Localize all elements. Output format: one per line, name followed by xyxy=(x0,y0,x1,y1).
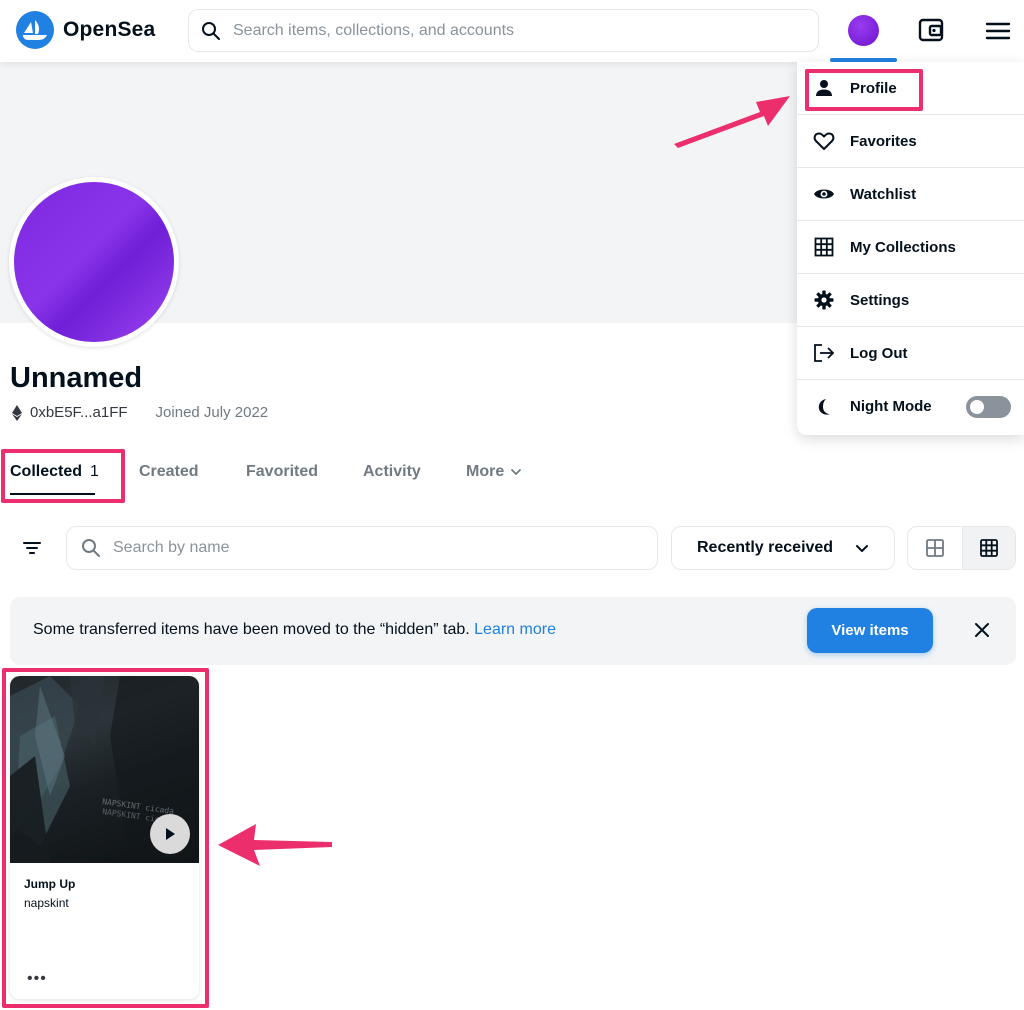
tab-activity[interactable]: Activity xyxy=(363,463,421,481)
menu-item-label: Favorites xyxy=(850,132,917,150)
tab-more[interactable]: More xyxy=(466,463,523,481)
tab-collected-label: Collected xyxy=(10,463,83,480)
brand-name[interactable]: OpenSea xyxy=(63,18,155,42)
account-avatar-button[interactable] xyxy=(848,15,879,46)
active-tab-underline xyxy=(10,493,95,495)
small-grid-view-button[interactable] xyxy=(961,527,1015,569)
menu-item-profile[interactable]: Profile xyxy=(797,62,1024,115)
chevron-down-icon xyxy=(856,545,868,552)
tab-collected-count: 1 xyxy=(90,463,99,480)
global-search-placeholder: Search items, collections, and accounts xyxy=(233,21,515,39)
chevron-down-icon xyxy=(511,469,522,475)
nft-artist: napskint xyxy=(24,896,69,910)
large-grid-view-button[interactable] xyxy=(908,527,962,569)
notice-message: Some transferred items have been moved t… xyxy=(33,621,475,638)
play-icon xyxy=(166,828,175,840)
menu-item-label: Profile xyxy=(850,79,897,97)
toggle-knob xyxy=(970,400,984,414)
large-grid-icon xyxy=(925,539,944,557)
learn-more-link[interactable]: Learn more xyxy=(474,621,556,638)
menu-item-favorites[interactable]: Favorites xyxy=(797,115,1024,168)
item-search-placeholder: Search by name xyxy=(113,539,230,556)
gear-icon xyxy=(813,289,835,311)
menu-item-my-collections[interactable]: My Collections xyxy=(797,221,1024,274)
tab-more-label: More xyxy=(466,463,505,480)
top-nav: OpenSea Search items, collections, and a… xyxy=(0,0,1024,62)
nft-card[interactable]: NAPSKINT cicada NAPSKINT cic Jump Up nap… xyxy=(10,676,199,999)
profile-name: Unnamed xyxy=(10,362,143,394)
wallet-icon[interactable] xyxy=(917,16,945,44)
notice-text: Some transferred items have been moved t… xyxy=(33,621,556,639)
person-icon xyxy=(813,77,835,99)
wallet-address[interactable]: 0xbE5F...a1FF xyxy=(30,404,128,421)
heart-icon xyxy=(813,130,835,152)
profile-avatar-image xyxy=(14,182,174,342)
opensea-logo-icon[interactable] xyxy=(16,11,54,49)
filter-icon[interactable] xyxy=(20,536,44,560)
sort-dropdown[interactable]: Recently received xyxy=(671,526,895,570)
account-dropdown-menu: Profile Favorites Watchlist My Collectio… xyxy=(797,62,1024,435)
global-search-input[interactable]: Search items, collections, and accounts xyxy=(188,9,819,52)
ethereum-icon xyxy=(12,404,22,421)
moon-icon xyxy=(813,396,835,418)
menu-item-log-out[interactable]: Log Out xyxy=(797,327,1024,380)
night-mode-toggle[interactable] xyxy=(966,396,1011,418)
view-items-button[interactable]: View items xyxy=(807,608,933,653)
sort-dropdown-label: Recently received xyxy=(697,539,834,556)
menu-item-label: My Collections xyxy=(850,238,956,256)
hamburger-menu-icon[interactable] xyxy=(984,17,1012,45)
play-button[interactable] xyxy=(150,814,190,854)
logout-icon xyxy=(813,342,835,364)
search-icon xyxy=(202,21,220,40)
menu-item-label: Watchlist xyxy=(850,185,917,203)
close-icon[interactable] xyxy=(972,620,992,640)
hidden-items-notice: Some transferred items have been moved t… xyxy=(10,597,1016,665)
menu-item-label: Night Mode xyxy=(850,398,932,415)
joined-date: Joined July 2022 xyxy=(155,404,269,421)
arrow-to-nft-card-icon xyxy=(218,824,332,866)
grid-icon xyxy=(813,236,835,258)
view-toggle xyxy=(907,526,1016,570)
menu-item-settings[interactable]: Settings xyxy=(797,274,1024,327)
menu-item-night-mode: Night Mode xyxy=(797,380,1024,433)
small-grid-icon xyxy=(979,539,998,557)
search-icon xyxy=(82,539,100,557)
menu-item-label: Settings xyxy=(850,291,910,309)
tab-favorited[interactable]: Favorited xyxy=(246,463,318,481)
nft-card-image[interactable]: NAPSKINT cicada NAPSKINT cic xyxy=(10,676,199,863)
item-search-input[interactable]: Search by name xyxy=(66,526,658,570)
tab-created[interactable]: Created xyxy=(139,463,199,481)
nft-title: Jump Up xyxy=(24,877,76,891)
menu-item-label: Log Out xyxy=(850,344,908,362)
profile-avatar[interactable] xyxy=(9,177,179,347)
more-options-icon[interactable]: ••• xyxy=(27,971,47,987)
eye-icon xyxy=(813,183,835,205)
profile-meta: 0xbE5F...a1FF Joined July 2022 xyxy=(12,404,268,421)
tab-collected[interactable]: Collected 1 xyxy=(10,463,99,481)
menu-item-watchlist[interactable]: Watchlist xyxy=(797,168,1024,221)
